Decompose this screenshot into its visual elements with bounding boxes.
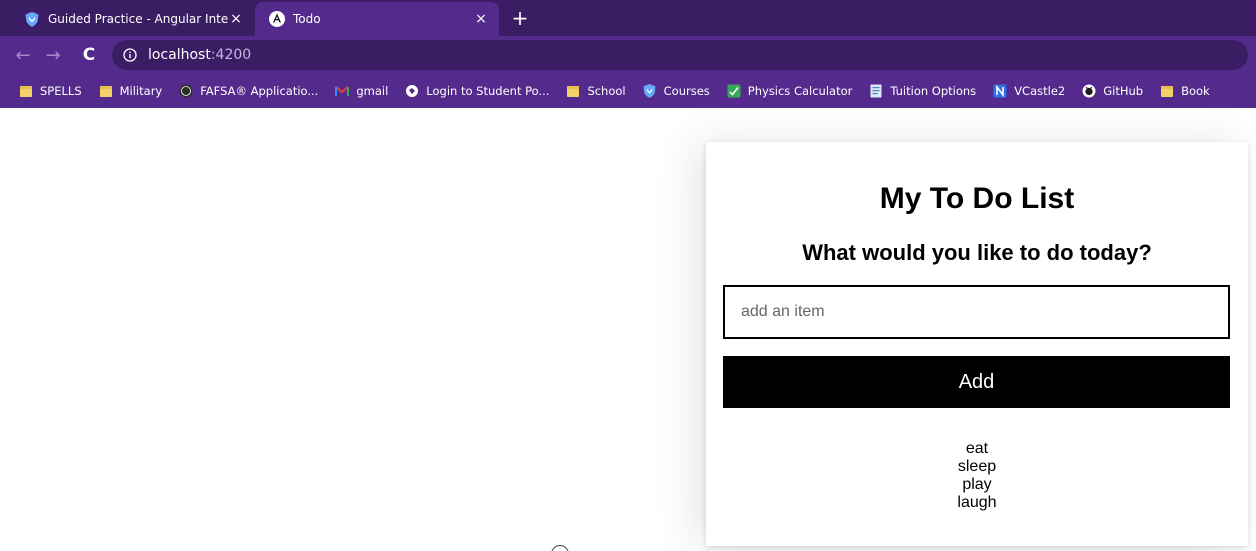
tab-guided-practice[interactable]: Guided Practice - Angular Integr × — [10, 2, 254, 36]
reload-icon[interactable]: C — [76, 42, 102, 68]
todo-item[interactable]: eat — [706, 440, 1248, 458]
folder-icon — [565, 83, 581, 99]
notion-icon — [992, 83, 1008, 99]
document-icon — [868, 83, 884, 99]
todo-item[interactable]: laugh — [706, 494, 1248, 512]
bookmark-label: GitHub — [1103, 84, 1144, 98]
todo-item[interactable]: play — [706, 476, 1248, 494]
bookmark-label: Login to Student Po... — [426, 84, 550, 98]
bookmark-label: gmail — [356, 84, 389, 98]
bookmark-gmail[interactable]: gmail — [326, 78, 396, 104]
bookmark-school[interactable]: School — [557, 78, 633, 104]
todo-item[interactable]: sleep — [706, 458, 1248, 476]
bookmark-courses[interactable]: Courses — [634, 78, 718, 104]
todo-card: My To Do List What would you like to do … — [706, 142, 1248, 546]
tab-title: Guided Practice - Angular Integr — [48, 12, 228, 26]
browser-window: Guided Practice - Angular Integr × Todo … — [0, 0, 1256, 551]
new-tab-button[interactable]: + — [508, 6, 532, 30]
folder-icon — [1159, 83, 1175, 99]
bookmark-book[interactable]: Book — [1151, 78, 1218, 104]
page-content: My To Do List What would you like to do … — [0, 108, 1256, 551]
forward-arrow-icon[interactable]: → — [40, 42, 66, 68]
bookmark-physics-calculator[interactable]: Physics Calculator — [718, 78, 861, 104]
close-icon[interactable]: × — [473, 11, 489, 27]
shield-icon — [24, 11, 40, 27]
bookmark-label: School — [587, 84, 626, 98]
bookmark-label: Courses — [663, 84, 710, 98]
back-arrow-icon[interactable]: ← — [10, 42, 36, 68]
bookmark-military[interactable]: Military — [90, 78, 171, 104]
tab-strip: Guided Practice - Angular Integr × Todo … — [0, 0, 1256, 36]
browser-toolbar: ← → C localhost:4200 — [0, 36, 1256, 74]
bookmark-label: Physics Calculator — [747, 84, 853, 98]
info-icon[interactable] — [122, 47, 138, 63]
page-subtitle: What would you like to do today? — [802, 240, 1152, 265]
gmail-icon — [334, 83, 350, 99]
angular-icon — [269, 11, 285, 27]
calculator-icon — [726, 83, 742, 99]
bookmark-spells[interactable]: SPELLS — [10, 78, 90, 104]
add-item-input[interactable] — [723, 285, 1230, 339]
bookmark-label: VCastle2 — [1014, 84, 1066, 98]
bookmark-tuition-options[interactable]: Tuition Options — [860, 78, 984, 104]
bookmark-label: SPELLS — [40, 84, 82, 98]
bookmark-student-portal[interactable]: Login to Student Po... — [396, 78, 557, 104]
url-host: localhost — [148, 47, 211, 63]
bookmark-label: Tuition Options — [890, 84, 977, 98]
bookmark-vcastle2[interactable]: VCastle2 — [984, 78, 1073, 104]
bookmark-fafsa[interactable]: FAFSA® Applicatio... — [170, 78, 326, 104]
circle-icon — [551, 545, 569, 551]
address-bar[interactable]: localhost:4200 — [112, 40, 1248, 70]
close-icon[interactable]: × — [228, 11, 244, 27]
tab-title: Todo — [293, 12, 321, 26]
todo-list: eat sleep play laugh — [706, 440, 1248, 512]
folder-icon — [98, 83, 114, 99]
bookmark-github[interactable]: GitHub — [1073, 78, 1151, 104]
bookmark-label: Military — [119, 84, 163, 98]
add-button[interactable]: Add — [723, 356, 1230, 408]
url-port: :4200 — [210, 47, 252, 63]
bookmark-label: FAFSA® Applicatio... — [200, 84, 319, 98]
bookmarks-bar: SPELLS Military FAFSA® Applicatio... gma… — [0, 74, 1256, 108]
tab-todo[interactable]: Todo × — [255, 2, 499, 36]
shield-icon — [642, 83, 658, 99]
folder-icon — [18, 83, 34, 99]
page-title: My To Do List — [879, 182, 1075, 215]
github-icon — [1081, 83, 1097, 99]
bookmark-label: Book — [1181, 84, 1210, 98]
globe-icon — [404, 83, 420, 99]
fafsa-icon — [178, 83, 194, 99]
